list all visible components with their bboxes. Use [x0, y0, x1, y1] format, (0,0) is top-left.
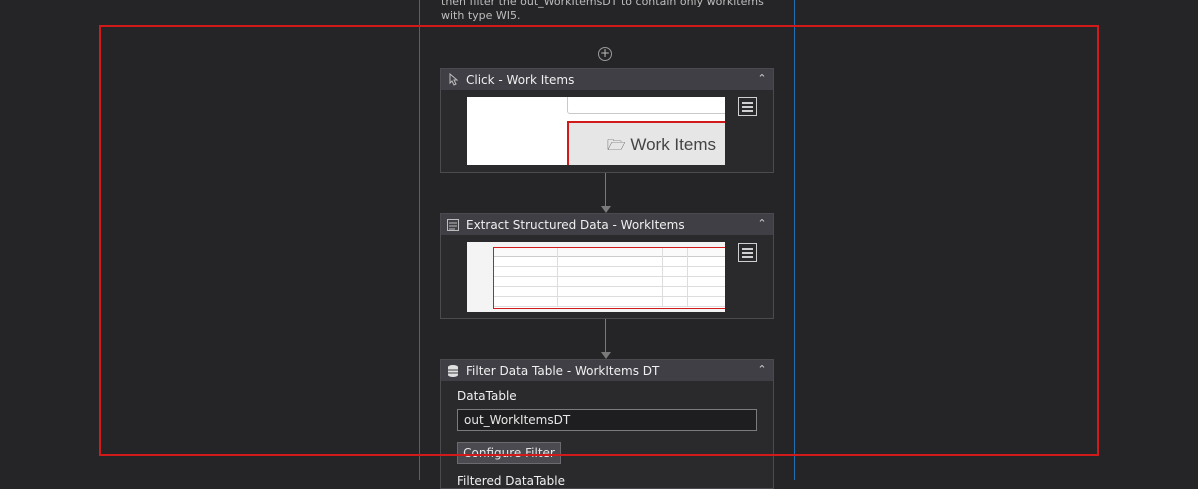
- activity-filter-data-table[interactable]: Filter Data Table - WorkItems DT ⌃ DataT…: [440, 359, 774, 489]
- activity-click-work-items[interactable]: Click - Work Items ⌃ 🗁 Work Items: [440, 68, 774, 173]
- sequence-right-border: [794, 0, 795, 480]
- activity-title: Extract Structured Data - WorkItems: [466, 217, 685, 232]
- database-icon: [443, 360, 463, 381]
- preview-button-label: 🗁 Work Items: [607, 135, 716, 154]
- connector-line: [605, 173, 606, 206]
- folder-icon: 🗁: [607, 137, 626, 154]
- datatable-label: DataTable: [457, 389, 517, 403]
- table-screenshot-preview: [467, 242, 725, 312]
- sequence-annotation: then filter the out_WorkItemsDT to conta…: [441, 0, 764, 22]
- connector-arrow: [601, 206, 611, 213]
- activity-header[interactable]: Filter Data Table - WorkItems DT ⌃: [441, 360, 773, 381]
- extract-data-icon: [443, 214, 463, 235]
- activity-title: Click - Work Items: [466, 72, 575, 87]
- connector-arrow: [601, 352, 611, 359]
- filtered-datatable-label: Filtered DataTable: [457, 474, 565, 488]
- click-icon: [443, 69, 463, 90]
- activity-menu-icon[interactable]: [738, 97, 757, 116]
- screenshot-preview: 🗁 Work Items: [467, 97, 725, 165]
- activity-extract-structured-data[interactable]: Extract Structured Data - WorkItems ⌃: [440, 213, 774, 319]
- activity-header[interactable]: Extract Structured Data - WorkItems ⌃: [441, 214, 773, 235]
- activity-title: Filter Data Table - WorkItems DT: [466, 363, 660, 378]
- collapse-icon[interactable]: ⌃: [755, 363, 769, 377]
- activity-menu-icon[interactable]: [738, 243, 757, 262]
- activity-header[interactable]: Click - Work Items ⌃: [441, 69, 773, 90]
- datatable-input[interactable]: out_WorkItemsDT: [457, 409, 757, 431]
- add-activity-icon[interactable]: +: [598, 47, 612, 61]
- sequence-left-border: [419, 0, 420, 480]
- connector-line: [605, 319, 606, 352]
- collapse-icon[interactable]: ⌃: [755, 217, 769, 231]
- configure-filter-button[interactable]: Configure Filter: [457, 442, 561, 464]
- collapse-icon[interactable]: ⌃: [755, 72, 769, 86]
